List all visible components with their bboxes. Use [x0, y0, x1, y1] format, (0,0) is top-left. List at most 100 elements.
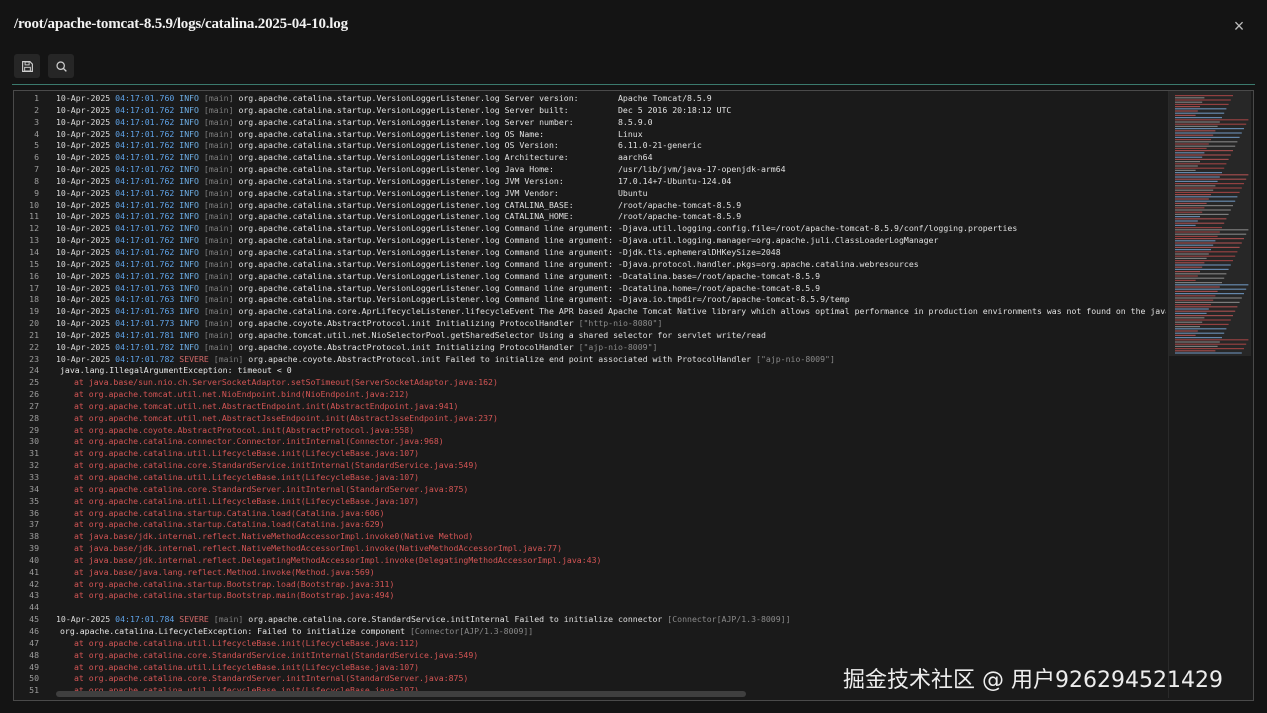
log-time: 04:17:01.762: [115, 211, 175, 222]
log-date: 10-Apr-2025: [56, 116, 111, 127]
line-text: 10-Apr-2025 04:17:01.762 INFO [main] org…: [56, 164, 786, 176]
log-level: INFO: [179, 329, 199, 340]
log-extra: [Connector[AJP/1.3-8009]]: [410, 625, 534, 636]
minimap-stripe: [1175, 339, 1249, 341]
minimap-preview: [1175, 95, 1249, 354]
minimap-stripe: [1175, 240, 1216, 242]
log-line: 17 10-Apr-2025 04:17:01.763 INFO [main] o…: [14, 283, 1166, 295]
line-text: 10-Apr-2025 04:17:01.762 INFO [main] org…: [56, 188, 648, 200]
log-level: INFO: [179, 104, 199, 115]
minimap-stripe: [1175, 306, 1238, 308]
line-text: 10-Apr-2025 04:17:01.762 INFO [main] org…: [56, 259, 919, 271]
minimap-stripe: [1175, 125, 1218, 127]
line-number: 14: [29, 246, 39, 257]
line-number: 17: [29, 282, 39, 293]
line-number: 33: [29, 472, 39, 482]
log-line: 47 at org.apache.catalina.util.LifecycleB…: [14, 638, 1166, 650]
log-line: 4 10-Apr-2025 04:17:01.762 INFO [main] or…: [14, 129, 1166, 141]
log-message: org.apache.catalina.startup.VersionLogge…: [238, 164, 786, 175]
minimap[interactable]: [1168, 91, 1253, 698]
log-level: INFO: [179, 199, 199, 210]
minimap-stripe: [1175, 330, 1198, 332]
stack-frame: at org.apache.catalina.util.LifecycleBas…: [74, 637, 420, 648]
log-thread: [main]: [203, 175, 234, 186]
log-date: 10-Apr-2025: [56, 246, 111, 257]
line-number: 39: [29, 543, 39, 554]
log-date: 10-Apr-2025: [56, 341, 111, 352]
line-text: at org.apache.tomcat.util.net.AbstractEn…: [56, 401, 459, 413]
log-message: org.apache.catalina.startup.VersionLogge…: [238, 152, 653, 163]
line-text: 10-Apr-2025 04:17:01.762 INFO [main] org…: [56, 152, 653, 164]
log-message: org.apache.catalina.startup.VersionLogge…: [238, 246, 781, 257]
line-number: 35: [29, 495, 39, 506]
log-thread: [main]: [203, 211, 234, 222]
line-number: 37: [29, 519, 39, 530]
minimap-stripe: [1175, 290, 1218, 292]
minimap-stripe: [1175, 150, 1233, 152]
line-text: 10-Apr-2025 04:17:01.762 INFO [main] org…: [56, 140, 702, 152]
line-text: at java.base/sun.nio.ch.ServerSocketAdap…: [56, 377, 498, 389]
stack-frame: at org.apache.catalina.startup.Catalina.…: [74, 519, 385, 530]
log-date: 10-Apr-2025: [56, 353, 111, 364]
log-viewer[interactable]: 1 10-Apr-2025 04:17:01.760 INFO [main] or…: [13, 90, 1254, 701]
line-text: 10-Apr-2025 04:17:01.782 SEVERE [main] o…: [56, 354, 835, 366]
search-icon: [55, 60, 67, 72]
line-text: at org.apache.tomcat.util.net.AbstractJs…: [56, 413, 498, 425]
toolbar: [14, 54, 74, 78]
minimap-stripe: [1175, 154, 1231, 156]
log-line: 11 10-Apr-2025 04:17:01.762 INFO [main] o…: [14, 211, 1166, 223]
log-message: org.apache.catalina.startup.VersionLogge…: [238, 270, 821, 281]
minimap-stripe: [1175, 293, 1244, 295]
log-line: 27 at org.apache.tomcat.util.net.Abstract…: [14, 401, 1166, 413]
minimap-stripe: [1175, 268, 1229, 270]
minimap-stripe: [1175, 304, 1211, 306]
stack-frame: at java.base/sun.nio.ch.ServerSocketAdap…: [74, 377, 498, 388]
stack-frame: at org.apache.catalina.startup.Catalina.…: [74, 507, 385, 518]
line-number: 50: [29, 673, 39, 684]
log-line: 31 at org.apache.catalina.util.LifecycleB…: [14, 448, 1166, 460]
line-number: 41: [29, 566, 39, 577]
line-number: 49: [29, 661, 39, 672]
line-number: 18: [29, 294, 39, 305]
minimap-stripe: [1175, 321, 1203, 323]
log-date: 10-Apr-2025: [56, 614, 111, 625]
log-date: 10-Apr-2025: [56, 140, 111, 151]
line-number: 16: [29, 270, 39, 281]
minimap-stripe: [1175, 266, 1203, 268]
log-level: SEVERE: [179, 353, 209, 364]
line-number: 45: [29, 614, 39, 625]
minimap-stripe: [1175, 167, 1225, 169]
log-extra: ["ajp-nio-8009"]: [756, 353, 835, 364]
log-level: SEVERE: [179, 614, 209, 625]
line-text: at org.apache.catalina.core.StandardServ…: [56, 673, 468, 685]
minimap-stripe: [1175, 273, 1227, 275]
line-text: java.lang.IllegalArgumentException: time…: [56, 365, 292, 377]
line-text: 10-Apr-2025 04:17:01.762 INFO [main] org…: [56, 211, 741, 223]
search-button[interactable]: [48, 54, 74, 78]
minimap-stripe: [1175, 169, 1196, 171]
log-line: 15 10-Apr-2025 04:17:01.762 INFO [main] o…: [14, 259, 1166, 271]
log-thread: [main]: [203, 93, 234, 103]
log-time: 04:17:01.782: [115, 341, 175, 352]
save-icon: [21, 60, 33, 72]
line-number: 28: [29, 412, 39, 423]
log-line: 18 10-Apr-2025 04:17:01.763 INFO [main] o…: [14, 294, 1166, 306]
log-level: INFO: [179, 282, 199, 293]
log-date: 10-Apr-2025: [56, 282, 111, 293]
close-icon[interactable]: ×: [1229, 16, 1249, 36]
log-thread: [main]: [203, 341, 234, 352]
log-thread: [main]: [213, 614, 244, 625]
line-text: 10-Apr-2025 04:17:01.762 INFO [main] org…: [56, 176, 731, 188]
line-number: 43: [29, 590, 39, 601]
save-button[interactable]: [14, 54, 40, 78]
line-number: 48: [29, 649, 39, 660]
line-number: 36: [29, 507, 39, 518]
line-number: 24: [29, 365, 39, 376]
horizontal-scrollbar[interactable]: [56, 691, 746, 697]
line-number: 7: [34, 164, 39, 175]
line-text: org.apache.catalina.LifecycleException: …: [56, 626, 533, 638]
log-thread: [main]: [203, 246, 234, 257]
log-line: 20 10-Apr-2025 04:17:01.773 INFO [main] o…: [14, 318, 1166, 330]
minimap-stripe: [1175, 205, 1233, 207]
log-level: INFO: [179, 93, 199, 103]
